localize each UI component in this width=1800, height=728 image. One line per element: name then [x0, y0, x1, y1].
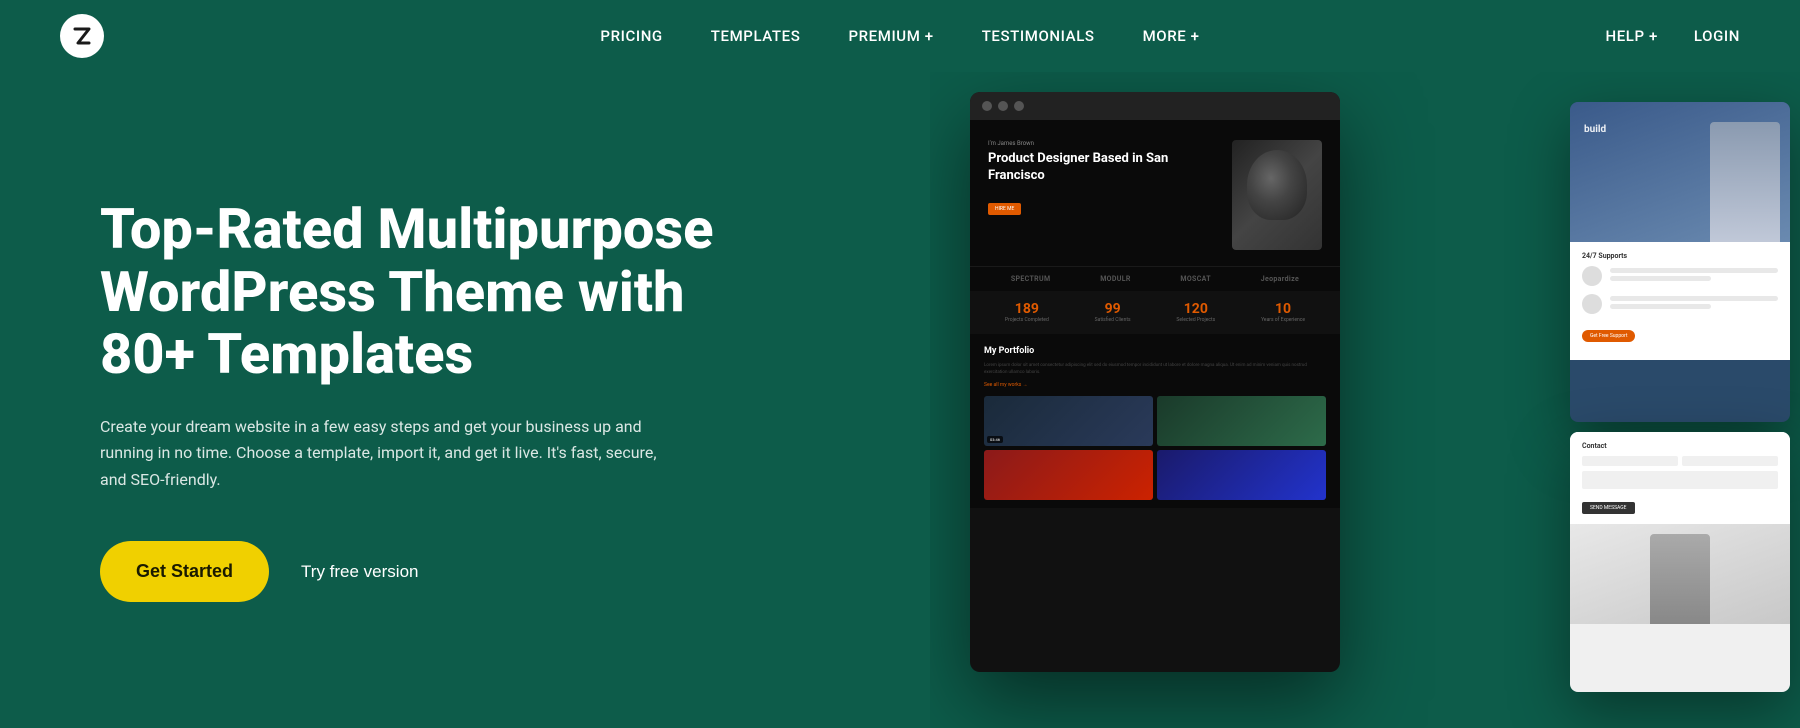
- mockup-person-label: I'm James Brown: [988, 140, 1220, 147]
- portfolio-link[interactable]: See all my works →: [984, 382, 1326, 388]
- mockup-brands-row: SPECTRUM MODULR MOSCAT Jeopardize: [970, 266, 1340, 291]
- nav-login[interactable]: LOGIN: [1694, 27, 1740, 45]
- build-text: build: [1584, 122, 1606, 137]
- brand-modulr: MODULR: [1100, 275, 1131, 283]
- mockup-hire-btn[interactable]: HIRE ME: [988, 203, 1021, 215]
- portfolio-title: My Portfolio: [984, 346, 1326, 356]
- mockup-hero-text: I'm James Brown Product Designer Based i…: [988, 140, 1220, 215]
- side1-avatar-2: [1582, 294, 1602, 314]
- side1-row-2: [1582, 294, 1778, 314]
- mockup-hero-section: I'm James Brown Product Designer Based i…: [970, 120, 1340, 266]
- side1-lines-1: [1610, 268, 1778, 284]
- side1-line-2b: [1610, 304, 1711, 309]
- mockup-portfolio-section: My Portfolio Lorem ipsum dolor sit amet …: [970, 334, 1340, 508]
- portfolio-grid: 03:46: [984, 396, 1326, 500]
- stat-clients-label: Satisfied Clients: [1095, 317, 1131, 324]
- stat-selected-label: Selected Projects: [1176, 317, 1215, 324]
- nav-testimonials[interactable]: TESTIMONIALS: [982, 27, 1095, 45]
- side1-lines-2: [1610, 296, 1778, 312]
- side1-avatar-1: [1582, 266, 1602, 286]
- hero-left: Top-Rated Multipurpose WordPress Theme w…: [100, 198, 780, 602]
- stat-years-label: Years of Experience: [1261, 317, 1305, 324]
- side1-line-2a: [1610, 296, 1778, 301]
- side2-top: Contact SEND MESSAGE: [1570, 432, 1790, 524]
- side-mockup-2: Contact SEND MESSAGE: [1570, 432, 1790, 692]
- navbar: PRICING TEMPLATES PREMIUM + TESTIMONIALS…: [0, 0, 1800, 72]
- side1-line-1b: [1610, 276, 1711, 281]
- nav-more[interactable]: MORE +: [1143, 27, 1200, 45]
- nav-center: PRICING TEMPLATES PREMIUM + TESTIMONIALS…: [600, 27, 1199, 45]
- try-free-button[interactable]: Try free version: [301, 562, 418, 582]
- side1-top: build: [1570, 102, 1790, 242]
- portfolio-img-red: [984, 450, 1153, 500]
- hero-subtitle: Create your dream website in a few easy …: [100, 414, 660, 493]
- hero-buttons: Get Started Try free version: [100, 541, 780, 602]
- side2-input-name: [1582, 456, 1678, 466]
- mockup-topbar: [970, 92, 1340, 120]
- stat-years: 10 Years of Experience: [1261, 301, 1305, 324]
- dot-green: [1014, 101, 1024, 111]
- dot-yellow: [998, 101, 1008, 111]
- hero-title: Top-Rated Multipurpose WordPress Theme w…: [100, 198, 780, 386]
- side1-support-label: 24/7 Supports: [1582, 252, 1778, 260]
- portfolio-img-blue: [1157, 450, 1326, 500]
- side2-input-email: [1682, 456, 1778, 466]
- hero-visuals: I'm James Brown Product Designer Based i…: [930, 72, 1800, 728]
- brand-jeopardize: Jeopardize: [1261, 275, 1299, 283]
- side1-text-block: build: [1584, 122, 1606, 137]
- side1-bottom: 24/7 Supports Get Free Support: [1570, 242, 1790, 360]
- nav-templates[interactable]: TEMPLATES: [711, 27, 801, 45]
- nav-premium[interactable]: PREMIUM +: [848, 27, 933, 45]
- side1-person-image: [1710, 122, 1780, 242]
- hero-section: Top-Rated Multipurpose WordPress Theme w…: [0, 72, 1800, 728]
- stat-selected-num: 120: [1176, 301, 1215, 317]
- mockup-big-title: Product Designer Based in San Francisco: [988, 151, 1220, 185]
- nav-pricing[interactable]: PRICING: [600, 27, 662, 45]
- stat-selected: 120 Selected Projects: [1176, 301, 1215, 324]
- free-support-btn[interactable]: Get Free Support: [1582, 330, 1635, 342]
- stat-clients: 99 Satisfied Clients: [1095, 301, 1131, 324]
- stat-years-num: 10: [1261, 301, 1305, 317]
- side2-person-image: [1650, 534, 1710, 624]
- side1-row-1: [1582, 266, 1778, 286]
- side2-message-input: [1582, 471, 1778, 489]
- side2-form-row-1: [1582, 456, 1778, 466]
- portfolio-text: Lorem ipsum dolor sit amet consectetur a…: [984, 362, 1326, 376]
- stat-clients-num: 99: [1095, 301, 1131, 317]
- nav-help[interactable]: HELP +: [1605, 27, 1657, 45]
- side2-person-area: [1570, 524, 1790, 624]
- stat-projects-label: Projects Completed: [1005, 317, 1049, 324]
- nav-right: HELP + LOGIN: [1605, 27, 1740, 45]
- portfolio-img-calendar: 03:46: [984, 396, 1153, 446]
- dot-red: [982, 101, 992, 111]
- logo[interactable]: [60, 14, 104, 58]
- get-started-button[interactable]: Get Started: [100, 541, 269, 602]
- mockup-stats-row: 189 Projects Completed 99 Satisfied Clie…: [970, 291, 1340, 334]
- stat-projects: 189 Projects Completed: [1005, 301, 1049, 324]
- main-mockup: I'm James Brown Product Designer Based i…: [970, 92, 1340, 672]
- brand-spectrum: SPECTRUM: [1011, 275, 1051, 283]
- side1-line-1a: [1610, 268, 1778, 273]
- stat-projects-num: 189: [1005, 301, 1049, 317]
- time-badge-1: 03:46: [987, 436, 1003, 443]
- side-mockup-1: build 24/7 Supports: [1570, 102, 1790, 422]
- brand-moscat: MOSCAT: [1180, 275, 1211, 283]
- mockup-person-image: [1232, 140, 1322, 250]
- side2-submit-btn[interactable]: SEND MESSAGE: [1582, 502, 1635, 514]
- side2-title: Contact: [1582, 442, 1778, 450]
- portfolio-img-green: [1157, 396, 1326, 446]
